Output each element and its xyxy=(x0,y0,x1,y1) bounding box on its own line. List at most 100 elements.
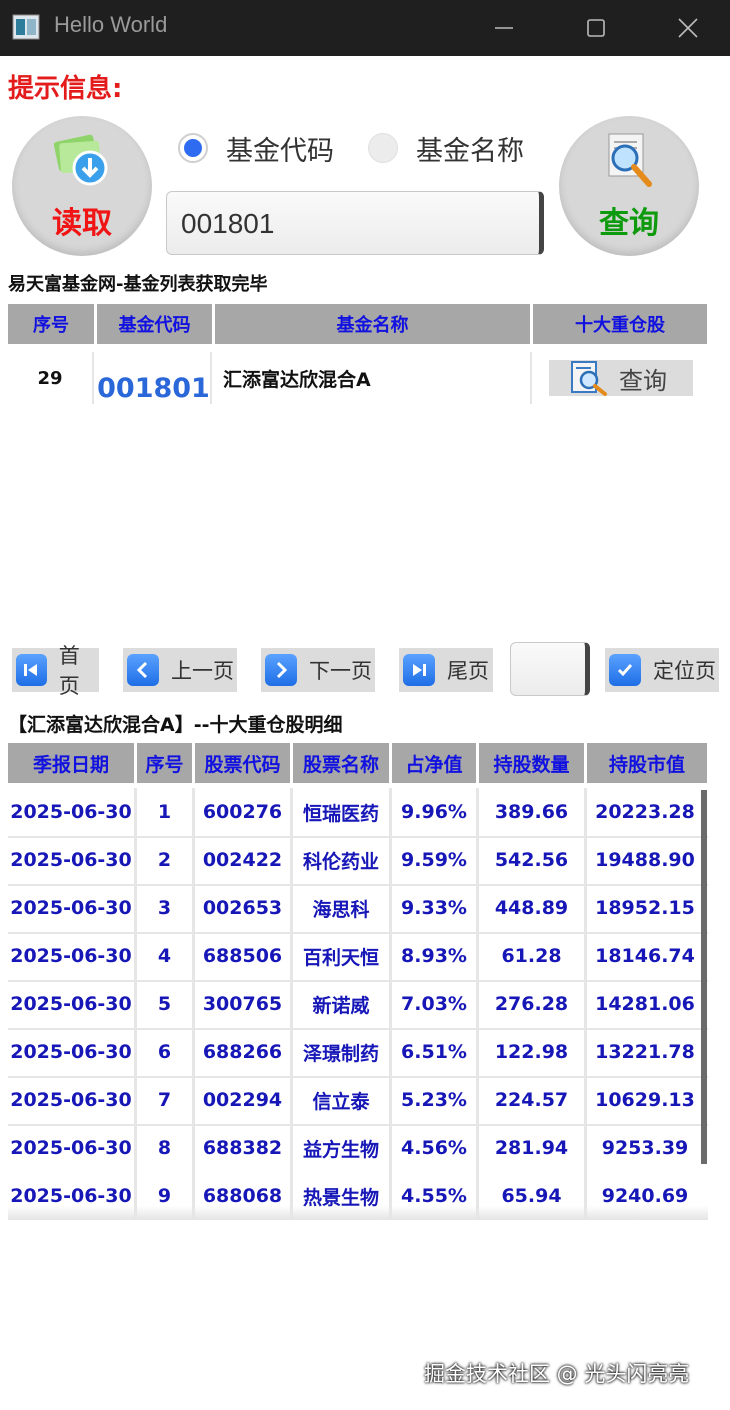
query-button-label: 查询 xyxy=(599,206,659,241)
detail-table-row[interactable]: 2025-06-30 4 688506 百利天恒 8.93% 61.28 18146.74 xyxy=(8,932,708,982)
first-page-label: 首页 xyxy=(58,644,80,698)
title-bar: Hello World xyxy=(0,0,730,56)
detail-table-row[interactable]: 2025-06-30 2 002422 科伦药业 9.59% 542.56 19488.90 xyxy=(8,836,708,886)
cell-date: 2025-06-30 xyxy=(8,788,137,836)
detail-table-row[interactable]: 2025-06-30 5 300765 新诺威 7.03% 276.28 14281.06 xyxy=(8,980,708,1030)
cell-date: 2025-06-30 xyxy=(8,1172,137,1220)
cell-stock-code: 002422 xyxy=(195,836,293,884)
fund-row-query-button[interactable]: 查询 xyxy=(549,360,693,396)
detail-title: 【汇添富达欣混合A】--十大重仓股明细 xyxy=(8,714,343,736)
cell-ratio: 9.96% xyxy=(392,788,479,836)
cell-shares: 448.89 xyxy=(479,884,587,932)
fund-grid-header-code: 基金代码 xyxy=(97,304,212,344)
maximize-icon xyxy=(587,19,605,37)
skip-first-icon xyxy=(16,654,47,686)
cell-stock-code: 002653 xyxy=(195,884,293,932)
query-button[interactable]: 查询 xyxy=(559,116,699,256)
cell-shares: 389.66 xyxy=(479,788,587,836)
locate-page-button[interactable]: 定位页 xyxy=(605,648,719,692)
cell-stock-code: 688068 xyxy=(195,1172,293,1220)
last-page-button[interactable]: 尾页 xyxy=(399,648,493,692)
radio-fund-code-label: 基金代码 xyxy=(226,135,334,167)
cell-index: 7 xyxy=(137,1076,195,1124)
maximize-button[interactable] xyxy=(556,0,636,56)
locate-page-label: 定位页 xyxy=(653,659,716,683)
cell-value: 19488.90 xyxy=(595,849,695,871)
detail-header-stock-name: 股票名称 xyxy=(293,743,389,783)
last-page-label: 尾页 xyxy=(447,659,489,683)
cell-shares: 281.94 xyxy=(479,1124,587,1172)
cell-stock-name: 热景生物 xyxy=(293,1172,392,1220)
prev-page-button[interactable]: 上一页 xyxy=(123,648,237,692)
cell-shares: 65.94 xyxy=(479,1172,587,1220)
cell-stock-name: 海思科 xyxy=(293,884,392,932)
cell-shares: 61.28 xyxy=(479,932,587,980)
radio-fund-code[interactable]: 基金代码 xyxy=(178,128,334,168)
fund-row-name: 汇添富达欣混合A xyxy=(223,368,371,391)
download-icon xyxy=(53,134,108,186)
detail-header-date: 季报日期 xyxy=(8,743,134,783)
cell-index: 1 xyxy=(137,788,195,836)
cell-stock-code: 300765 xyxy=(195,980,293,1028)
detail-table-row[interactable]: 2025-06-30 9 688068 热景生物 4.55% 65.94 9240.69 xyxy=(8,1172,708,1220)
cell-stock-name: 信立泰 xyxy=(293,1076,392,1124)
watermark-text: 掘金技术社区 @ 光头闪亮亮 xyxy=(424,1362,690,1386)
minimize-button[interactable] xyxy=(464,0,544,56)
window-title: Hello World xyxy=(54,12,168,37)
cell-stock-code: 600276 xyxy=(195,788,293,836)
cell-value: 18952.15 xyxy=(595,897,695,919)
cell-ratio: 7.03% xyxy=(392,980,479,1028)
cell-stock-name: 新诺威 xyxy=(293,980,392,1028)
cell-ratio: 5.23% xyxy=(392,1076,479,1124)
cell-date: 2025-06-30 xyxy=(8,1076,137,1124)
magnifier-icon xyxy=(608,133,652,187)
page-number-input[interactable] xyxy=(510,642,590,696)
cell-date: 2025-06-30 xyxy=(8,1028,137,1076)
chevron-right-icon xyxy=(265,654,297,686)
cell-value: 9253.39 xyxy=(601,1137,689,1159)
detail-table-row[interactable]: 2025-06-30 8 688382 益方生物 4.56% 281.94 9253.39 xyxy=(8,1124,708,1174)
cell-date: 2025-06-30 xyxy=(8,884,137,932)
cell-ratio: 9.33% xyxy=(392,884,479,932)
detail-table-row[interactable]: 2025-06-30 6 688266 泽璟制药 6.51% 122.98 13221.78 xyxy=(8,1028,708,1078)
close-button[interactable] xyxy=(648,0,728,56)
prev-page-label: 上一页 xyxy=(171,659,234,683)
detail-table-row[interactable]: 2025-06-30 1 600276 恒瑞医药 9.96% 389.66 20223.28 xyxy=(8,788,708,838)
cell-stock-code: 688382 xyxy=(195,1124,293,1172)
cell-index: 9 xyxy=(137,1172,195,1220)
detail-header-ratio: 占净值 xyxy=(392,743,476,783)
cell-index: 2 xyxy=(137,836,195,884)
cell-ratio: 8.93% xyxy=(392,932,479,980)
vertical-scrollbar[interactable] xyxy=(701,790,707,1164)
cell-ratio: 4.56% xyxy=(392,1124,479,1172)
read-button[interactable]: 读取 xyxy=(12,116,152,256)
search-document-icon xyxy=(571,361,607,396)
cell-value: 18146.74 xyxy=(595,945,695,967)
cell-ratio: 9.59% xyxy=(392,836,479,884)
detail-table-row[interactable]: 2025-06-30 7 002294 信立泰 5.23% 224.57 10629.13 xyxy=(8,1076,708,1126)
fund-code-input[interactable]: 001801 xyxy=(166,191,544,255)
cell-ratio: 6.51% xyxy=(392,1028,479,1076)
first-page-button[interactable]: 首页 xyxy=(12,644,99,698)
cell-value: 13221.78 xyxy=(595,1041,695,1063)
detail-header-stock-code: 股票代码 xyxy=(195,743,290,783)
fund-row-query-label: 查询 xyxy=(619,366,667,395)
detail-table-row[interactable]: 2025-06-30 3 002653 海思科 9.33% 448.89 18952.15 xyxy=(8,884,708,934)
cell-stock-code: 688506 xyxy=(195,932,293,980)
cell-stock-code: 688266 xyxy=(195,1028,293,1076)
next-page-button[interactable]: 下一页 xyxy=(261,648,375,692)
detail-header-value: 持股市值 xyxy=(587,743,707,783)
chevron-left-icon xyxy=(127,654,159,686)
cell-index: 8 xyxy=(137,1124,195,1172)
fund-row-index: 29 xyxy=(8,352,94,404)
minimize-icon xyxy=(495,27,513,29)
radio-fund-name[interactable]: 基金名称 xyxy=(368,128,524,168)
cell-value: 20223.28 xyxy=(595,801,695,823)
fund-grid-header-index: 序号 xyxy=(8,304,94,344)
detail-header-shares: 持股数量 xyxy=(479,743,584,783)
cell-stock-name: 恒瑞医药 xyxy=(293,788,392,836)
close-icon xyxy=(678,18,698,38)
cell-value: 9240.69 xyxy=(601,1185,689,1207)
fund-row-divider xyxy=(530,352,532,404)
checkmark-icon xyxy=(609,654,641,686)
